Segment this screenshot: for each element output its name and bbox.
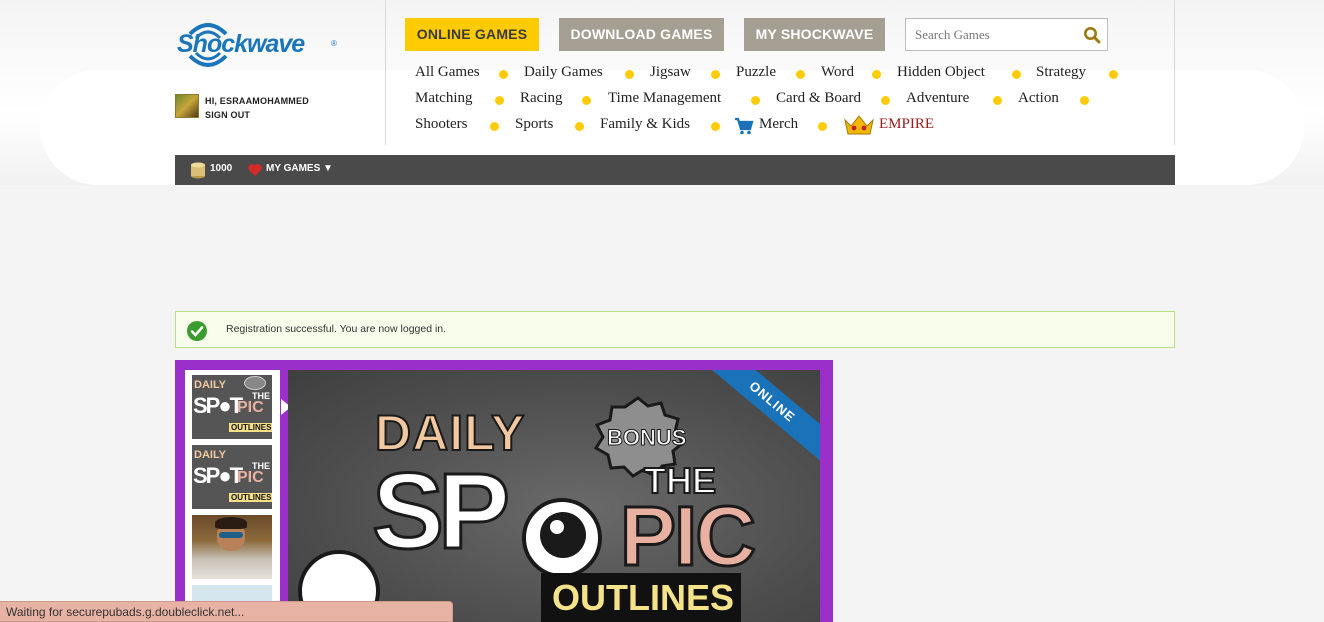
carousel-thumbnail[interactable]: [192, 515, 272, 579]
search-box: [905, 18, 1108, 51]
nav-all-games[interactable]: All Games: [415, 64, 480, 81]
eyeball-icon: [522, 498, 602, 578]
bonus-label: BONUS: [606, 425, 687, 451]
nav-empire[interactable]: EMPIRE: [879, 116, 934, 133]
nav-separator: [711, 122, 720, 131]
nav-separator: [625, 70, 634, 79]
thumb-title-spot: SP●T: [193, 393, 243, 418]
cart-icon[interactable]: [734, 117, 754, 135]
nav-separator: [881, 96, 890, 105]
nav-separator: [499, 70, 508, 79]
character-hair: [215, 517, 247, 529]
nav-separator: [575, 122, 584, 131]
banner-title-pic: PIC: [618, 488, 757, 585]
character-glasses: [219, 532, 243, 538]
eyeball-glint: [550, 520, 564, 534]
nav-separator: [796, 70, 805, 79]
check-circle-icon: [187, 321, 207, 341]
nav-shooters[interactable]: Shooters: [415, 116, 468, 133]
tab-my-shockwave[interactable]: MY SHOCKWAVE: [744, 18, 885, 51]
nav-separator: [495, 96, 504, 105]
nav-adventure[interactable]: Adventure: [906, 90, 969, 107]
nav-separator: [1109, 70, 1118, 79]
carousel-thumbnail[interactable]: DAILY SP●T THE PIC OUTLINES: [192, 445, 272, 509]
nav-puzzle[interactable]: Puzzle: [736, 64, 776, 81]
nav-jigsaw[interactable]: Jigsaw: [650, 64, 691, 81]
thumb-title-outlines: OUTLINES: [229, 493, 272, 502]
bonus-badge: [244, 376, 266, 390]
my-games-dropdown[interactable]: MY GAMES ▼: [266, 163, 333, 174]
shockwave-logo[interactable]: Shockwave ®: [175, 16, 350, 81]
sign-out-link[interactable]: SIGN OUT: [205, 110, 250, 120]
header-divider-right: [1174, 0, 1175, 145]
nav-strategy[interactable]: Strategy: [1036, 64, 1086, 81]
nav-merch[interactable]: Merch: [759, 116, 798, 133]
logo-registered-mark: ®: [331, 39, 337, 48]
nav-matching[interactable]: Matching: [415, 90, 473, 107]
coins-icon: [191, 162, 205, 179]
status-text: Waiting for securepubads.g.doubleclick.n…: [6, 605, 245, 619]
nav-daily-games[interactable]: Daily Games: [524, 64, 603, 81]
avatar[interactable]: [175, 94, 199, 118]
nav-sports[interactable]: Sports: [515, 116, 553, 133]
success-alert: Registration successful. You are now log…: [175, 311, 1175, 348]
nav-separator: [751, 96, 760, 105]
nav-hidden-object[interactable]: Hidden Object: [897, 64, 985, 81]
search-input[interactable]: [906, 19, 1076, 50]
empire-crown-icon[interactable]: [843, 114, 875, 136]
nav-separator: [582, 96, 591, 105]
banner-title-spot: SP: [370, 449, 511, 573]
featured-game-banner[interactable]: ONLINE BONUS DAILY SP THE PIC OUTLINES: [288, 370, 820, 622]
browser-status-bar: Waiting for securepubads.g.doubleclick.n…: [0, 601, 453, 622]
thumb-title-pic: PIC: [237, 399, 264, 416]
nav-racing[interactable]: Racing: [520, 90, 563, 107]
tab-download-games[interactable]: DOWNLOAD GAMES: [559, 18, 724, 51]
tab-online-games[interactable]: ONLINE GAMES: [405, 18, 539, 51]
thumb-title-daily: DAILY: [194, 379, 226, 391]
nav-separator: [818, 122, 827, 131]
thumb-title-daily: DAILY: [194, 449, 226, 461]
eyeball-pupil: [540, 512, 586, 558]
nav-separator: [711, 70, 720, 79]
search-icon[interactable]: [1083, 26, 1101, 44]
logo-text: Shockwave: [177, 30, 305, 58]
banner-title-outlines: OUTLINES: [552, 577, 735, 618]
nav-separator: [993, 96, 1002, 105]
game-character-image: [192, 515, 272, 579]
nav-card-board[interactable]: Card & Board: [776, 90, 861, 107]
nav-time-management[interactable]: Time Management: [608, 90, 721, 107]
nav-word[interactable]: Word: [821, 64, 854, 81]
nav-separator: [1080, 96, 1089, 105]
carousel-thumbnails: DAILY SP●T THE PIC OUTLINES DAILY SP●T T…: [185, 370, 291, 622]
nav-separator: [1012, 70, 1021, 79]
thumb-title-pic: PIC: [237, 469, 264, 486]
nav-action[interactable]: Action: [1018, 90, 1059, 107]
thumb-title-spot: SP●T: [193, 463, 243, 488]
nav-separator: [490, 122, 499, 131]
heart-icon: [248, 164, 262, 176]
coin-balance: 1000: [210, 163, 233, 174]
alert-message: Registration successful. You are now log…: [226, 323, 447, 335]
featured-games-carousel: DAILY SP●T THE PIC OUTLINES DAILY SP●T T…: [175, 360, 833, 622]
header-divider-left: [385, 0, 386, 145]
carousel-thumbnail[interactable]: DAILY SP●T THE PIC OUTLINES: [192, 375, 272, 439]
nav-family-kids[interactable]: Family & Kids: [600, 116, 690, 133]
user-toolbar: 1000 MY GAMES ▼: [175, 155, 1175, 185]
nav-separator: [872, 70, 881, 79]
thumb-title-outlines: OUTLINES: [229, 423, 272, 432]
user-greeting: HI, ESRAAMOHAMMED: [205, 96, 309, 106]
